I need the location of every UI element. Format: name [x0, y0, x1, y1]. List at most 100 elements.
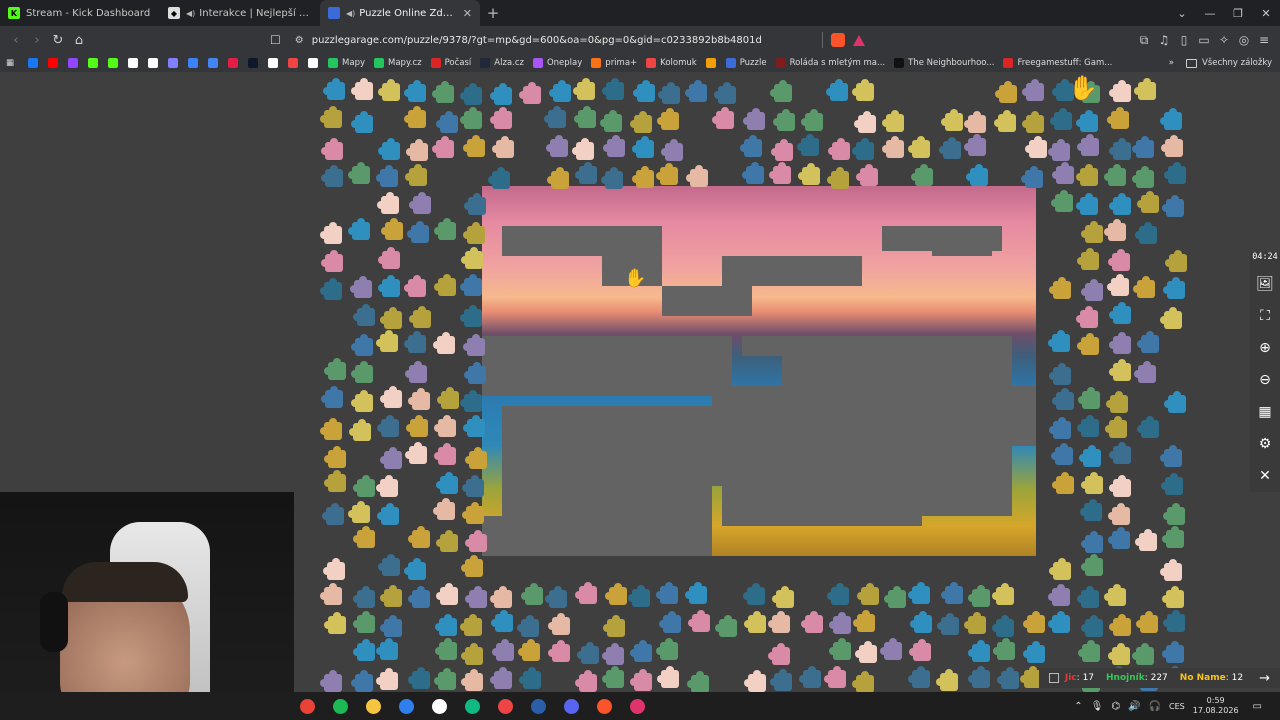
puzzle-piece[interactable] [1136, 611, 1158, 633]
home-button[interactable]: ⌂ [69, 30, 89, 50]
minimize-button[interactable]: — [1196, 7, 1224, 20]
puzzle-piece[interactable] [435, 638, 457, 660]
puzzle-piece[interactable] [908, 582, 930, 604]
puzzle-piece[interactable] [824, 666, 846, 688]
clock[interactable]: 0:59 17.08.2026 [1193, 696, 1239, 716]
puzzle-piece[interactable] [939, 137, 961, 159]
puzzle-piece[interactable] [744, 611, 766, 633]
puzzle-piece[interactable] [1162, 195, 1184, 217]
puzzle-piece[interactable] [852, 671, 874, 692]
chevron-down-icon[interactable]: ⌄ [1168, 7, 1196, 20]
puzzle-piece[interactable] [1161, 135, 1183, 157]
puzzle-piece[interactable] [433, 332, 455, 354]
puzzle-piece[interactable] [380, 307, 402, 329]
close-tab-icon[interactable]: ✕ [463, 7, 472, 20]
puzzle-piece[interactable] [829, 638, 851, 660]
puzzle-piece[interactable] [377, 415, 399, 437]
site-settings-icon[interactable]: ⚙ [295, 35, 304, 46]
puzzle-piece[interactable] [353, 475, 375, 497]
puzzle-piece[interactable] [1133, 276, 1155, 298]
puzzle-board[interactable] [482, 186, 1036, 556]
puzzle-piece[interactable] [600, 110, 622, 132]
puzzle-piece[interactable] [993, 638, 1015, 660]
puzzle-piece[interactable] [743, 108, 765, 130]
puzzle-piece[interactable] [1076, 110, 1098, 132]
bookmark-item[interactable]: Roláda s mletým ma... [775, 58, 885, 68]
puzzle-piece[interactable] [348, 501, 370, 523]
puzzle-piece[interactable] [602, 643, 624, 665]
puzzle-piece[interactable] [376, 330, 398, 352]
puzzle-piece[interactable] [353, 639, 375, 661]
puzzle-piece[interactable] [351, 390, 373, 412]
puzzle-piece[interactable] [601, 167, 623, 189]
puzzle-piece[interactable] [1022, 79, 1044, 101]
puzzle-piece[interactable] [436, 530, 458, 552]
puzzle-piece[interactable] [1137, 191, 1159, 213]
puzzle-piece[interactable] [408, 667, 430, 689]
puzzle-piece[interactable] [406, 415, 428, 437]
puzzle-piece[interactable] [1163, 610, 1185, 632]
puzzle-piece[interactable] [1134, 78, 1156, 100]
puzzle-piece[interactable] [882, 110, 904, 132]
puzzle-piece[interactable] [941, 582, 963, 604]
puzzle-piece[interactable] [460, 614, 482, 636]
chevron-up-icon[interactable]: ⌃ [1074, 701, 1082, 712]
puzzle-piece[interactable] [1105, 416, 1127, 438]
puzzle-piece[interactable] [908, 666, 930, 688]
puzzle-piece[interactable] [1162, 526, 1184, 548]
puzzle-piece[interactable] [320, 222, 342, 244]
puzzle-piece[interactable] [1164, 162, 1186, 184]
bookmark-item[interactable]: Alza.cz [480, 58, 524, 68]
apps-grid-icon[interactable]: ▦ [6, 58, 14, 68]
puzzle-piece[interactable] [909, 639, 931, 661]
puzzle-piece[interactable] [628, 585, 650, 607]
puzzle-piece[interactable] [404, 275, 426, 297]
puzzle-piece[interactable] [1109, 138, 1131, 160]
bookmarks-more-button[interactable]: » [1169, 58, 1174, 68]
puzzle-piece[interactable] [1135, 222, 1157, 244]
puzzle-piece[interactable] [1023, 641, 1045, 663]
puzzle-piece[interactable] [1025, 136, 1047, 158]
puzzle-piece[interactable] [1164, 391, 1186, 413]
puzzle-piece[interactable] [633, 80, 655, 102]
bookmark-item[interactable] [228, 58, 242, 68]
puzzle-piece[interactable] [1049, 558, 1071, 580]
puzzle-piece[interactable] [407, 221, 429, 243]
steam-app[interactable] [527, 695, 549, 717]
puzzle-piece[interactable] [549, 80, 571, 102]
bookmark-item[interactable]: prima+ [591, 58, 637, 68]
puzzle-piece[interactable] [964, 612, 986, 634]
puzzle-piece[interactable] [658, 82, 680, 104]
puzzle-piece[interactable] [1107, 274, 1129, 296]
bookmark-item[interactable] [48, 58, 62, 68]
puzzle-piece[interactable] [378, 275, 400, 297]
puzzle-piece[interactable] [1077, 586, 1099, 608]
puzzle-piece[interactable] [380, 447, 402, 469]
puzzle-piece[interactable] [465, 447, 487, 469]
puzzle-piece[interactable] [659, 611, 681, 633]
puzzle-piece[interactable] [1104, 219, 1126, 241]
url-text[interactable]: puzzlegarage.com/puzzle/9378/?gt=mp&gd=6… [312, 35, 762, 46]
puzzle-piece[interactable] [380, 585, 402, 607]
settings-icon[interactable]: ⚙ [1250, 428, 1280, 460]
puzzle-piece[interactable] [1137, 416, 1159, 438]
language-indicator[interactable]: CES [1169, 702, 1185, 711]
fullscreen-icon[interactable]: ⛶ [1250, 300, 1280, 332]
puzzle-piece[interactable] [572, 138, 594, 160]
puzzle-piece[interactable] [1048, 584, 1070, 606]
puzzle-piece[interactable] [1079, 445, 1101, 467]
puzzle-piece[interactable] [405, 361, 427, 383]
puzzle-piece[interactable] [404, 558, 426, 580]
puzzle-piece[interactable] [492, 639, 514, 661]
puzzle-piece[interactable] [432, 81, 454, 103]
puzzle-piece[interactable] [1081, 554, 1103, 576]
app-6[interactable] [461, 695, 483, 717]
puzzle-piece[interactable] [404, 80, 426, 102]
puzzle-piece[interactable] [1108, 249, 1130, 271]
puzzle-piece[interactable] [463, 222, 485, 244]
puzzle-piece[interactable] [768, 611, 790, 633]
puzzle-piece[interactable] [1021, 166, 1043, 188]
puzzle-piece[interactable] [320, 278, 342, 300]
address-bar[interactable]: ☐ ⚙ puzzlegarage.com/puzzle/9378/?gt=mp&… [270, 29, 940, 51]
puzzle-piece[interactable] [1163, 503, 1185, 525]
